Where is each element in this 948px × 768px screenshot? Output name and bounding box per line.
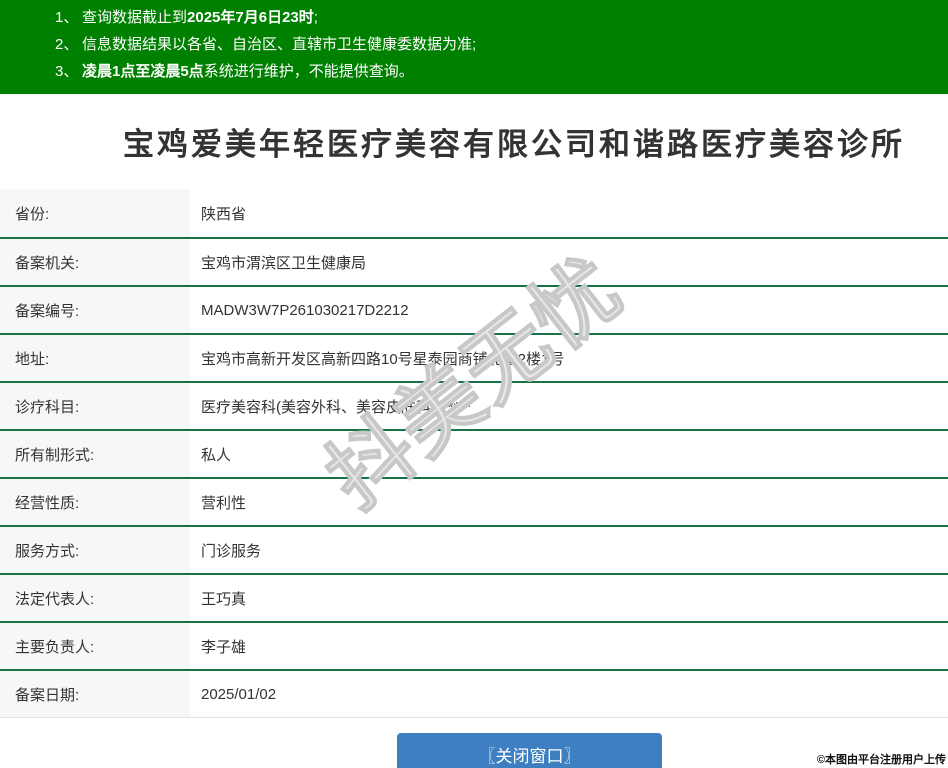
query-result-page: { "notices": { "items": [ { "num": "1、",… [0,0,948,768]
row-label: 省份: [0,189,190,237]
row-value: 宝鸡市渭滨区卫生健康局 [190,239,948,285]
row-value: 门诊服务 [190,527,948,573]
row-value: 王巧真 [190,575,948,621]
registration-info-table: 省份: 陕西省 备案机关: 宝鸡市渭滨区卫生健康局 备案编号: MADW3W7P… [0,189,948,718]
notice-line-2: 2、 信息数据结果以各省、自治区、直辖市卫生健康委数据为准; [55,31,938,58]
table-row-filing-number: 备案编号: MADW3W7P261030217D2212 [0,285,948,333]
row-label: 所有制形式: [0,431,190,477]
row-label: 诊疗科目: [0,383,190,429]
page-title: 宝鸡爱美年轻医疗美容有限公司和谐路医疗美容诊所 [123,127,905,162]
notice-text-bold: 凌晨1点至凌晨5点 [82,63,204,80]
table-row-ownership-form: 所有制形式: 私人 [0,429,948,477]
notice-text: 查询数据截止到 [82,9,188,26]
notice-number: 2、 [55,36,79,53]
row-label: 备案日期: [0,671,190,717]
notice-text-bold: 2025年7月6日23时 [187,9,314,26]
table-row-filing-authority: 备案机关: 宝鸡市渭滨区卫生健康局 [0,237,948,285]
row-value: 2025/01/02 [190,671,948,717]
row-value: 宝鸡市高新开发区高新四路10号星泰园商铺北楼2楼1号 [190,335,948,381]
row-label: 备案编号: [0,287,190,333]
row-label: 主要负责人: [0,623,190,669]
row-label: 经营性质: [0,479,190,525]
close-window-button[interactable]: 〖关闭窗口〗 [397,733,662,768]
table-row-principal: 主要负责人: 李子雄 [0,621,948,669]
table-row-filing-date: 备案日期: 2025/01/02 [0,669,948,717]
table-row-service-mode: 服务方式: 门诊服务 [0,525,948,573]
notice-number: 3、 [55,63,79,80]
row-value: 李子雄 [190,623,948,669]
row-label: 法定代表人: [0,575,190,621]
row-value: 陕西省 [190,189,948,237]
notice-banner: 1、 查询数据截止到2025年7月6日23时; 2、 信息数据结果以各省、自治区、直… [0,0,948,94]
row-value: 私人 [190,431,948,477]
notice-text: ; [313,9,318,26]
row-value: 营利性 [190,479,948,525]
table-row-business-nature: 经营性质: 营利性 [0,477,948,525]
row-label: 备案机关: [0,239,190,285]
row-value: 医疗美容科(美容外科、美容皮肤科)****** [190,383,948,429]
notice-text: 系统进行维护，不能提供查询。 [203,63,414,80]
row-value: MADW3W7P261030217D2212 [190,287,948,333]
row-label: 地址: [0,335,190,381]
title-area: 宝鸡爱美年轻医疗美容有限公司和谐路医疗美容诊所 [0,94,948,189]
table-row-legal-representative: 法定代表人: 王巧真 [0,573,948,621]
notice-line-3: 3、 凌晨1点至凌晨5点系统进行维护，不能提供查询。 [55,58,938,85]
notice-number: 1、 [55,9,79,26]
image-attribution: ©本图由平台注册用户上传 [816,754,946,766]
table-row-address: 地址: 宝鸡市高新开发区高新四路10号星泰园商铺北楼2楼1号 [0,333,948,381]
notice-text: 信息数据结果以各省、自治区、直辖市卫生健康委数据为准; [82,36,477,53]
notice-line-1: 1、 查询数据截止到2025年7月6日23时; [55,4,938,31]
table-row-province: 省份: 陕西省 [0,189,948,237]
row-label: 服务方式: [0,527,190,573]
table-row-treatment-subjects: 诊疗科目: 医疗美容科(美容外科、美容皮肤科)****** [0,381,948,429]
